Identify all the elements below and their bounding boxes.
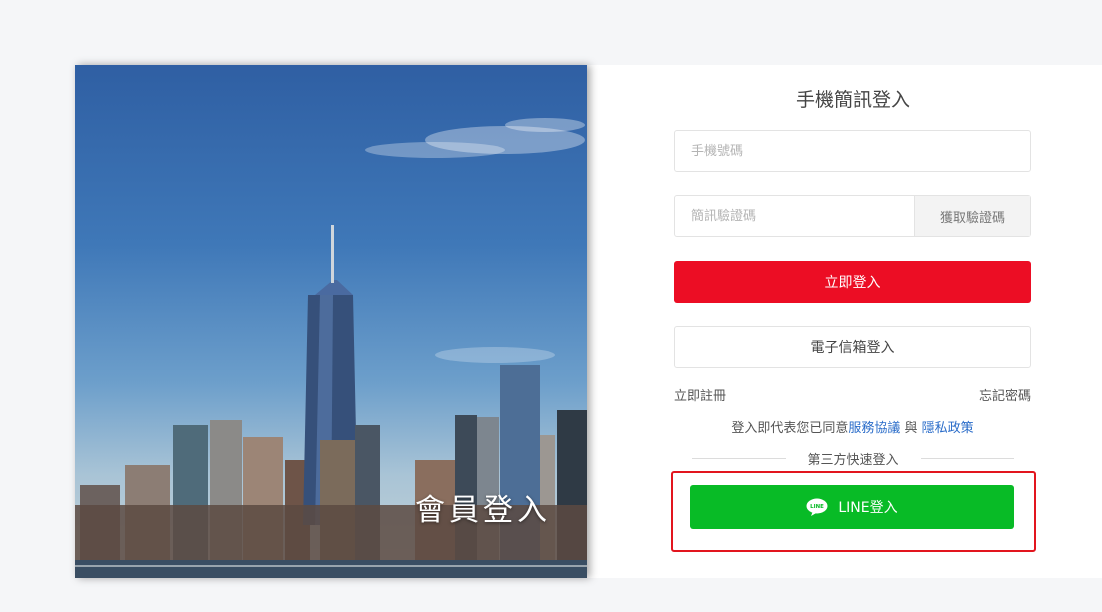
- agreement-and: 與: [904, 421, 918, 436]
- line-login-button[interactable]: LINE LINE登入: [690, 485, 1014, 529]
- terms-link[interactable]: 服務協議: [848, 421, 900, 436]
- login-button[interactable]: 立即登入: [674, 261, 1031, 303]
- divider-line-left: [692, 457, 786, 459]
- get-code-button[interactable]: 獲取驗證碼: [914, 196, 1030, 236]
- sms-login-form: 手機簡訊登入 獲取驗證碼 立即登入 電子信箱登入 立即註冊 忘記密碼 登入即代表…: [671, 65, 1036, 578]
- form-title: 手機簡訊登入: [795, 89, 910, 111]
- line-icon-text: LINE: [811, 504, 825, 510]
- register-link[interactable]: 立即註冊: [674, 385, 726, 404]
- email-login-button[interactable]: 電子信箱登入: [674, 326, 1031, 368]
- hero-caption: 會員登入: [415, 493, 551, 528]
- sms-code-field: 獲取驗證碼: [674, 195, 1031, 237]
- account-links: 立即註冊 忘記密碼: [674, 385, 1031, 404]
- sms-code-input[interactable]: [675, 196, 914, 236]
- agreement-prefix: 登入即代表您已同意: [731, 421, 849, 436]
- third-party-label: 第三方快速登入: [807, 452, 899, 468]
- divider-line-right: [920, 457, 1015, 459]
- agreement-text: 登入即代表您已同意服務協議 與 隱私政策: [674, 417, 1031, 436]
- hero-image: 會員登入: [75, 65, 587, 578]
- third-party-divider: 第三方快速登入: [692, 449, 1015, 468]
- forgot-password-link[interactable]: 忘記密碼: [979, 385, 1031, 404]
- login-card: 會員登入 手機簡訊登入 獲取驗證碼 立即登入 電子信箱登入 立即註冊 忘記密碼 …: [75, 65, 1102, 578]
- line-icon: LINE: [806, 498, 828, 516]
- privacy-link[interactable]: 隱私政策: [922, 421, 974, 436]
- phone-field: [674, 130, 1031, 172]
- phone-input[interactable]: [675, 131, 1030, 171]
- line-login-label: LINE登入: [838, 500, 898, 516]
